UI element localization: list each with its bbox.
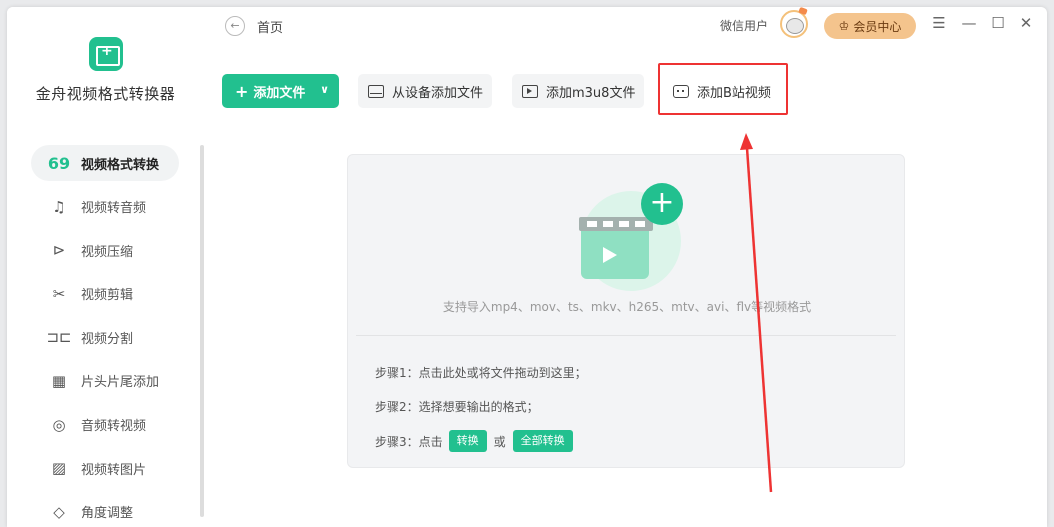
split-icon: ⊐⊏ [46, 328, 72, 347]
sidebar-item-label: 视频压缩 [81, 244, 134, 260]
scissors-icon: ✂ [52, 284, 66, 303]
sidebar-item-label: 视频转图片 [81, 462, 147, 478]
step-3-or: 或 [493, 434, 506, 449]
rotate-icon: ◇ [53, 502, 65, 521]
add-video-illustration[interactable]: + [579, 183, 689, 293]
app-logo-icon: + [89, 37, 123, 71]
step-3-prefix: 步骤3：点击 [375, 434, 443, 449]
user-name[interactable]: 微信用户 [720, 17, 768, 34]
vip-center-label: 会员中心 [853, 19, 902, 34]
convert-all-chip: 全部转换 [512, 430, 573, 452]
film-reel-icon [579, 217, 655, 279]
sidebar-item-label: 视频剪辑 [81, 288, 134, 304]
add-file-button[interactable]: + 添加文件 ∨ [222, 74, 339, 108]
add-circle-icon[interactable]: + [641, 183, 683, 225]
compress-icon: ⊳ [52, 241, 66, 260]
play-box-icon [522, 84, 538, 98]
sidebar-nav: 69 视频格式转换 ♫ 视频转音频 ⊳ 视频压缩 ✂ 视频剪辑 ⊐⊏ 视频分割 … [31, 145, 179, 527]
add-from-device-label: 从设备添加文件 [392, 85, 484, 101]
app-window: + 金舟视频格式转换器 69 视频格式转换 ♫ 视频转音频 ⊳ 视频压缩 ✂ 视… [7, 7, 1047, 527]
minimize-icon[interactable]: — [959, 14, 979, 32]
sidebar-item-video-format[interactable]: 69 视频格式转换 [31, 145, 179, 181]
video-screen [581, 231, 649, 279]
add-from-device-button[interactable]: 从设备添加文件 [358, 74, 492, 108]
device-icon [368, 84, 384, 98]
sidebar-item-angle-adjust[interactable]: ◇ 角度调整 [31, 494, 179, 527]
add-m3u8-button[interactable]: 添加m3u8文件 [512, 74, 644, 108]
maximize-icon[interactable]: ☐ [988, 14, 1008, 32]
sidebar-item-video-to-image[interactable]: ▨ 视频转图片 [31, 450, 179, 486]
sidebar-item-intro-outro[interactable]: ▦ 片头片尾添加 [31, 363, 179, 399]
film-strip [579, 217, 653, 231]
app-name: 金舟视频格式转换器 [35, 85, 176, 103]
add-file-label: 添加文件 [253, 85, 306, 101]
audio-icon: ◎ [52, 415, 66, 434]
avatar[interactable] [780, 10, 808, 38]
highlight-box [658, 63, 788, 115]
vip-center-button[interactable]: ♔ 会员中心 [824, 13, 916, 39]
sidebar-item-video-to-audio[interactable]: ♫ 视频转音频 [31, 189, 179, 225]
file-drop-area[interactable]: + 支持导入mp4、mov、ts、mkv、h265、mtv、avi、flv等视频… [347, 154, 905, 468]
image-icon: ▨ [51, 459, 67, 478]
sidebar-item-label: 视频转音频 [81, 201, 147, 217]
sidebar-item-label: 角度调整 [81, 506, 134, 522]
add-m3u8-label: 添加m3u8文件 [546, 85, 636, 101]
sidebar-item-label: 片头片尾添加 [81, 375, 160, 391]
sidebar: + 金舟视频格式转换器 69 视频格式转换 ♫ 视频转音频 ⊳ 视频压缩 ✂ 视… [7, 7, 204, 527]
step-1: 步骤1：点击此处或将文件拖动到这里； [375, 366, 587, 380]
film-strip-icon: ▦ [51, 371, 67, 390]
crown-icon: ♔ [838, 19, 850, 33]
sidebar-item-label: 音频转视频 [81, 419, 147, 435]
plus-icon: + [235, 81, 249, 101]
play-icon [603, 247, 617, 263]
menu-icon[interactable]: ☰ [929, 14, 949, 32]
sidebar-item-audio-to-video[interactable]: ◎ 音频转视频 [31, 407, 179, 443]
back-arrow-icon[interactable]: ← [225, 16, 245, 36]
step-2: 步骤2：选择想要输出的格式； [375, 400, 539, 414]
sidebar-item-video-split[interactable]: ⊐⊏ 视频分割 [31, 319, 179, 355]
divider [356, 335, 896, 336]
close-icon[interactable]: ✕ [1016, 14, 1036, 32]
sidebar-item-label: 视频分割 [81, 331, 134, 347]
video-format-icon: 69 [47, 153, 71, 173]
sidebar-item-video-compress[interactable]: ⊳ 视频压缩 [31, 232, 179, 268]
convert-chip: 转换 [448, 430, 487, 452]
supported-formats-hint: 支持导入mp4、mov、ts、mkv、h265、mtv、avi、flv等视频格式 [442, 300, 812, 314]
chevron-down-icon[interactable]: ∨ [320, 83, 329, 96]
breadcrumb[interactable]: 首页 [257, 17, 283, 36]
sidebar-scrollbar[interactable] [200, 145, 204, 517]
sidebar-item-video-edit[interactable]: ✂ 视频剪辑 [31, 276, 179, 312]
music-note-icon: ♫ [52, 197, 66, 216]
step-3: 步骤3：点击 转换 或 全部转换 [375, 430, 580, 452]
sidebar-item-label: 视频格式转换 [81, 157, 160, 173]
